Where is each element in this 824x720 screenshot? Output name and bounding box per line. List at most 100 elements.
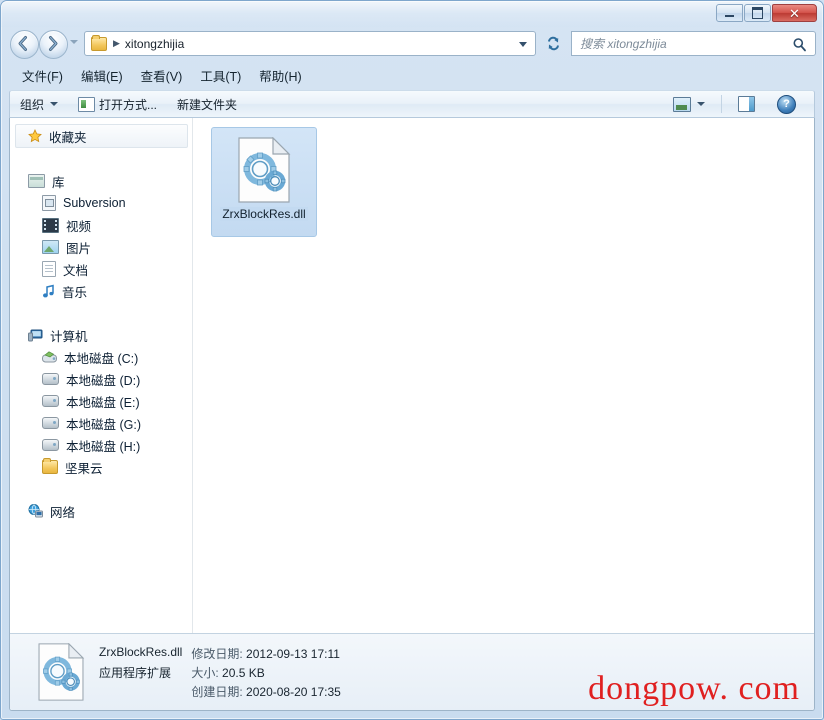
address-bar-row: ▶ xitongzhijia 搜索 xitongzhijia <box>1 27 823 62</box>
file-item-zrxblockres[interactable]: ZrxBlockRes.dll <box>211 127 317 237</box>
documents-icon <box>42 261 56 277</box>
menu-tools[interactable]: 工具(T) <box>191 63 250 88</box>
details-modified-value: 2012-09-13 17:11 <box>246 646 340 661</box>
minimize-button[interactable] <box>716 4 743 22</box>
search-input[interactable]: 搜索 xitongzhijia <box>580 35 667 52</box>
sidebar-item-label: 本地磁盘 (G:) <box>66 417 141 432</box>
minimize-icon <box>725 15 734 17</box>
toolbar-divider <box>721 95 722 113</box>
new-folder-button[interactable]: 新建文件夹 <box>167 91 247 117</box>
sidebar-item-drive-e[interactable]: 本地磁盘 (E:) <box>10 390 192 412</box>
sidebar-item-drive-h[interactable]: 本地磁盘 (H:) <box>10 434 192 456</box>
dll-icon <box>237 136 291 203</box>
menu-edit[interactable]: 编辑(E) <box>72 63 132 88</box>
sidebar-item-music[interactable]: 音乐 <box>10 280 192 302</box>
sidebar-item-label: 本地磁盘 (C:) <box>64 351 139 366</box>
sidebar-item-pictures[interactable]: 图片 <box>10 236 192 258</box>
address-bar[interactable]: ▶ xitongzhijia <box>84 31 536 56</box>
breadcrumb-separator-icon: ▶ <box>113 38 120 48</box>
sidebar-item-label: 图片 <box>66 241 92 256</box>
maximize-button[interactable] <box>744 4 771 22</box>
sidebar-item-label: 坚果云 <box>65 461 103 476</box>
sidebar-group-libraries[interactable]: 库 <box>10 170 192 192</box>
video-icon <box>42 217 59 233</box>
navigation-pane: 收藏夹 库 Subversion 视频 图片 文档 音乐 计算机 本地磁盘 (C… <box>10 118 193 634</box>
details-modified: 修改日期: 2012-09-13 17:11 <box>191 645 340 662</box>
sidebar-item-jianguoyun[interactable]: 坚果云 <box>10 456 192 478</box>
sidebar-item-label: 视频 <box>66 219 92 234</box>
menu-help[interactable]: 帮助(H) <box>250 63 310 88</box>
drive-icon <box>42 417 59 429</box>
menu-file[interactable]: 文件(F) <box>13 63 72 88</box>
sidebar-item-videos[interactable]: 视频 <box>10 214 192 236</box>
menu-view[interactable]: 查看(V) <box>132 63 192 88</box>
details-file-type: 应用程序扩展 <box>99 665 172 680</box>
sidebar-group-computer-label: 计算机 <box>50 329 88 344</box>
drive-icon <box>42 373 59 385</box>
music-icon <box>42 284 55 298</box>
change-view-button[interactable] <box>663 96 715 112</box>
title-bar: ✕ <box>1 1 823 27</box>
help-icon: ? <box>777 94 796 114</box>
chevron-down-icon[interactable] <box>519 42 527 47</box>
computer-icon <box>28 329 43 342</box>
details-created-key: 创建日期: <box>191 684 243 699</box>
command-bar: 组织 打开方式... 新建文件夹 ? <box>9 90 815 118</box>
sidebar-item-documents[interactable]: 文档 <box>10 258 192 280</box>
menu-bar: 文件(F) 编辑(E) 查看(V) 工具(T) 帮助(H) <box>1 62 823 89</box>
search-box[interactable]: 搜索 xitongzhijia <box>571 31 816 56</box>
maximize-icon <box>752 7 763 19</box>
back-button[interactable] <box>10 30 39 59</box>
sidebar-item-drive-d[interactable]: 本地磁盘 (D:) <box>10 368 192 390</box>
help-button[interactable]: ? <box>767 94 806 114</box>
details-grid: ZrxBlockRes.dll 修改日期: 2012-09-13 17:11 应… <box>99 645 341 700</box>
preview-pane-icon <box>738 96 755 112</box>
close-icon: ✕ <box>789 5 800 21</box>
window-controls: ✕ <box>716 4 817 22</box>
library-icon <box>28 174 45 188</box>
drive-icon <box>42 395 59 407</box>
sidebar-item-drive-c[interactable]: 本地磁盘 (C:) <box>10 346 192 368</box>
sidebar-item-subversion[interactable]: Subversion <box>10 192 192 214</box>
sidebar-item-label: 本地磁盘 (H:) <box>66 439 141 454</box>
search-icon[interactable] <box>792 37 807 55</box>
details-created-value: 2020-08-20 17:35 <box>246 684 341 699</box>
sidebar-item-drive-g[interactable]: 本地磁盘 (G:) <box>10 412 192 434</box>
system-drive-icon <box>42 351 57 363</box>
refresh-button[interactable] <box>541 31 565 56</box>
details-modified-key: 修改日期: <box>191 646 243 661</box>
sidebar-group-network-label: 网络 <box>50 505 76 520</box>
star-icon <box>28 129 42 143</box>
folder-icon <box>91 34 107 51</box>
file-item-label: ZrxBlockRes.dll <box>220 207 308 221</box>
sidebar-group-network[interactable]: 网络 <box>10 500 192 522</box>
sidebar-item-label: Subversion <box>63 196 126 210</box>
command-bar-right: ? <box>663 94 814 114</box>
organize-label: 组织 <box>20 97 45 112</box>
explorer-window: ✕ ▶ xitongzhijia 搜索 xitongzhijia 文件(F) 编… <box>0 0 824 720</box>
resize-grip[interactable] <box>808 705 820 717</box>
forward-button[interactable] <box>39 30 68 59</box>
refresh-icon <box>547 36 559 51</box>
sidebar-item-label: 本地磁盘 (E:) <box>66 395 140 410</box>
file-list-area[interactable]: ZrxBlockRes.dll <box>193 118 814 634</box>
preview-pane-button[interactable] <box>728 96 765 112</box>
view-mode-icon <box>673 96 691 112</box>
subversion-icon <box>42 195 56 211</box>
sidebar-item-favorites[interactable]: 收藏夹 <box>15 124 188 148</box>
sidebar-group-computer[interactable]: 计算机 <box>10 324 192 346</box>
open-with-button[interactable]: 打开方式... <box>68 91 167 117</box>
pictures-icon <box>42 240 59 254</box>
details-size: 大小: 20.5 KB <box>191 664 340 681</box>
folder-icon <box>42 458 58 474</box>
close-button[interactable]: ✕ <box>772 4 817 22</box>
breadcrumb-path[interactable]: xitongzhijia <box>125 37 184 51</box>
organize-button[interactable]: 组织 <box>10 91 68 117</box>
sidebar-group-libraries-label: 库 <box>52 175 65 190</box>
recent-locations-button[interactable] <box>70 40 78 44</box>
dll-icon <box>37 642 85 701</box>
drive-icon <box>42 439 59 451</box>
sidebar-item-label: 本地磁盘 (D:) <box>66 373 141 388</box>
